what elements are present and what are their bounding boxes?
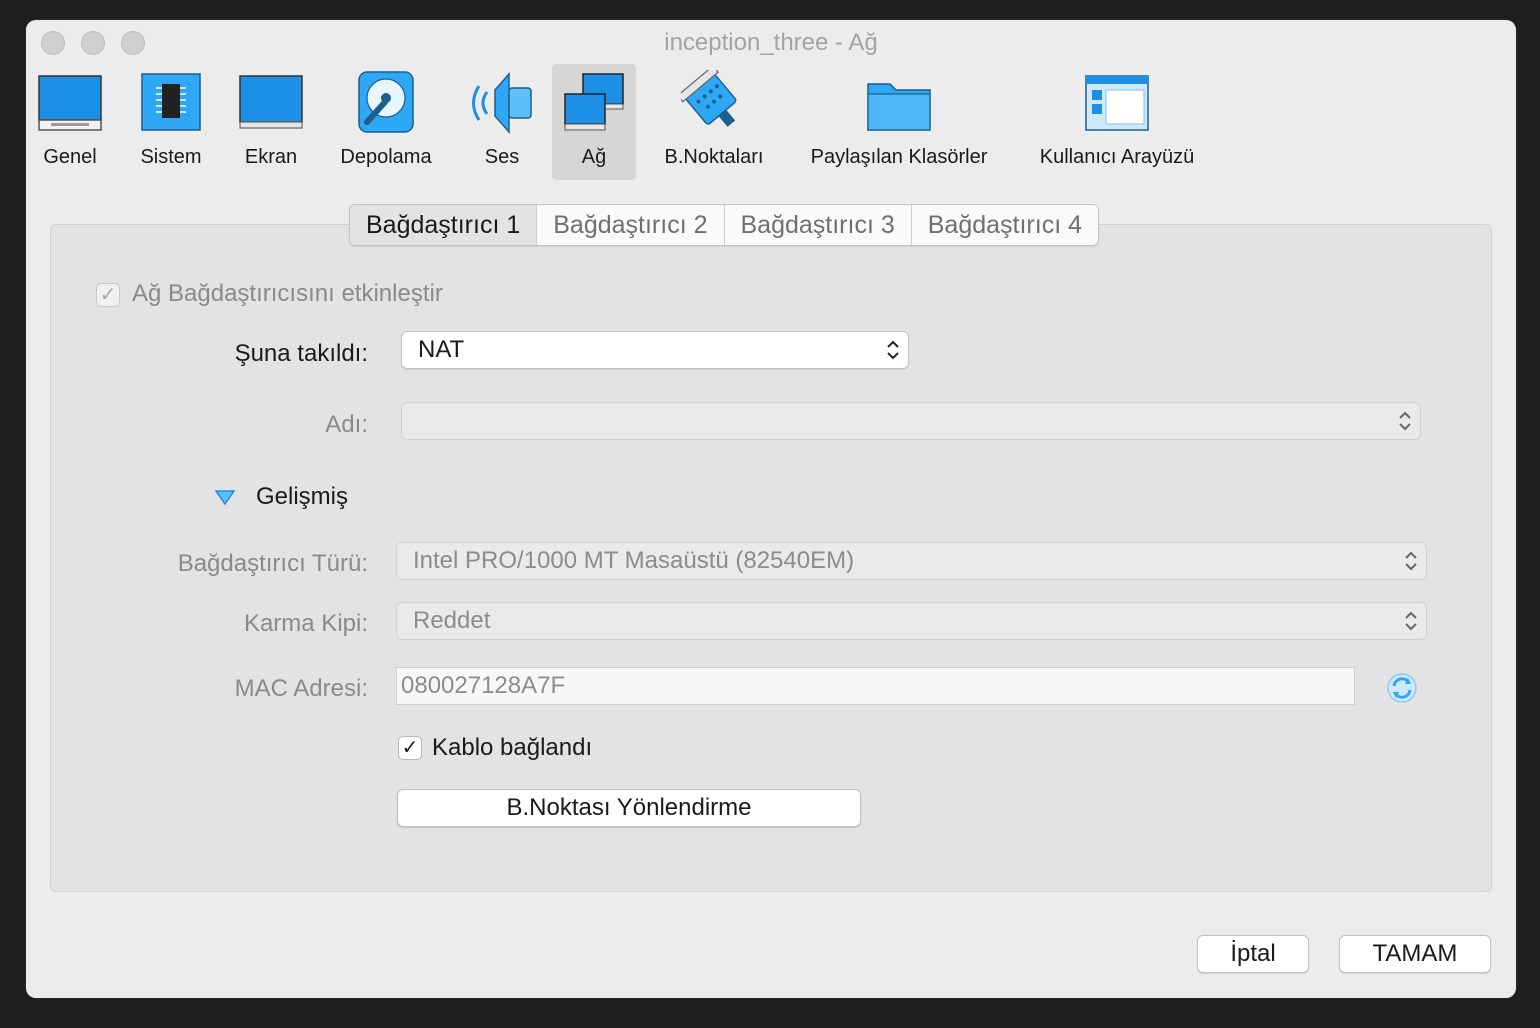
toolbar-item-audio[interactable]: Ses	[462, 64, 542, 180]
speaker-icon	[472, 72, 532, 134]
settings-window: inception_three - Ağ Genel Sistem Ekran …	[26, 20, 1516, 998]
advanced-label[interactable]: Gelişmiş	[256, 483, 348, 511]
cancel-button[interactable]: İptal	[1197, 935, 1309, 973]
tab-adapter-1[interactable]: Bağdaştırıcı 1	[350, 205, 537, 245]
toolbar-label-ports: B.Noktaları	[664, 146, 764, 168]
name-label: Adı:	[325, 411, 368, 438]
adapter-type-label: Bağdaştırıcı Türü:	[177, 550, 368, 577]
mac-address-field[interactable]: 080027128A7F	[396, 667, 1355, 705]
title-bar: inception_three - Ağ	[26, 20, 1516, 66]
window-layout-icon	[1085, 75, 1149, 131]
folder-icon	[867, 83, 931, 131]
monitor-icon	[38, 75, 102, 131]
tab-adapter-4[interactable]: Bağdaştırıcı 4	[910, 205, 1098, 245]
settings-toolbar: Genel Sistem Ekran Depolama Ses Ağ B.Nok…	[26, 64, 1516, 184]
toolbar-item-shared-folders[interactable]: Paylaşılan Klasörler	[802, 64, 996, 180]
tab-adapter-3[interactable]: Bağdaştırıcı 3	[723, 205, 911, 245]
mac-address-label: MAC Adresi:	[234, 675, 368, 702]
toolbar-label-display: Ekran	[244, 146, 298, 168]
toolbar-label-network: Ağ	[581, 146, 607, 168]
chevron-updown-icon	[1405, 551, 1417, 571]
enable-adapter-label: Ağ Bağdaştırıcısını etkinleştir	[132, 280, 443, 307]
serial-port-icon	[681, 70, 737, 127]
toolbar-item-ports[interactable]: B.Noktaları	[654, 64, 774, 180]
toolbar-label-system: Sistem	[140, 146, 202, 168]
toolbar-label-audio: Ses	[484, 146, 520, 168]
attached-to-label: Şuna takıldı:	[234, 340, 368, 367]
promiscuous-mode-label: Karma Kipi:	[243, 610, 368, 637]
adapter-type-value: Intel PRO/1000 MT Masaüstü (82540EM)	[413, 547, 855, 574]
hard-disk-icon	[358, 71, 414, 133]
ok-button[interactable]: TAMAM	[1339, 935, 1491, 973]
network-icon	[564, 73, 624, 131]
port-forwarding-button[interactable]: B.Noktası Yönlendirme	[397, 789, 861, 827]
toolbar-label-storage: Depolama	[340, 146, 432, 168]
cable-connected-label: Kablo bağlandı	[432, 734, 593, 761]
attached-to-value: NAT	[418, 336, 465, 363]
window-title: inception_three - Ağ	[664, 29, 878, 56]
toolbar-label-shared-folders: Paylaşılan Klasörler	[810, 146, 988, 168]
adapter-tabs: Bağdaştırıcı 1 Bağdaştırıcı 2 Bağdaştırı…	[349, 204, 1099, 246]
toolbar-item-network[interactable]: Ağ	[552, 64, 636, 180]
enable-adapter-checkbox[interactable]: ✓	[96, 283, 120, 307]
refresh-icon[interactable]	[1386, 672, 1418, 704]
chevron-updown-icon	[1399, 411, 1411, 431]
display-icon	[239, 75, 303, 129]
toolbar-item-system[interactable]: Sistem	[128, 64, 214, 180]
toolbar-item-general[interactable]: Genel	[30, 64, 110, 180]
promiscuous-mode-select[interactable]: Reddet	[396, 602, 1427, 640]
adapter-type-select[interactable]: Intel PRO/1000 MT Masaüstü (82540EM)	[396, 542, 1427, 580]
promiscuous-mode-value: Reddet	[413, 607, 491, 634]
tab-adapter-2[interactable]: Bağdaştırıcı 2	[536, 205, 723, 245]
attached-to-select[interactable]: NAT	[401, 331, 909, 369]
chevron-updown-icon	[1405, 611, 1417, 631]
toolbar-item-user-interface[interactable]: Kullanıcı Arayüzü	[1026, 64, 1208, 180]
toolbar-item-display[interactable]: Ekran	[231, 64, 311, 180]
cable-connected-checkbox[interactable]: ✓	[398, 736, 422, 760]
disclosure-triangle-icon[interactable]	[214, 488, 236, 506]
chip-icon	[141, 73, 201, 131]
name-select[interactable]	[401, 402, 1421, 440]
chevron-updown-icon	[887, 340, 899, 360]
toolbar-label-user-interface: Kullanıcı Arayüzü	[1039, 146, 1195, 168]
toolbar-item-storage[interactable]: Depolama	[332, 64, 440, 180]
toolbar-label-general: Genel	[43, 146, 97, 168]
